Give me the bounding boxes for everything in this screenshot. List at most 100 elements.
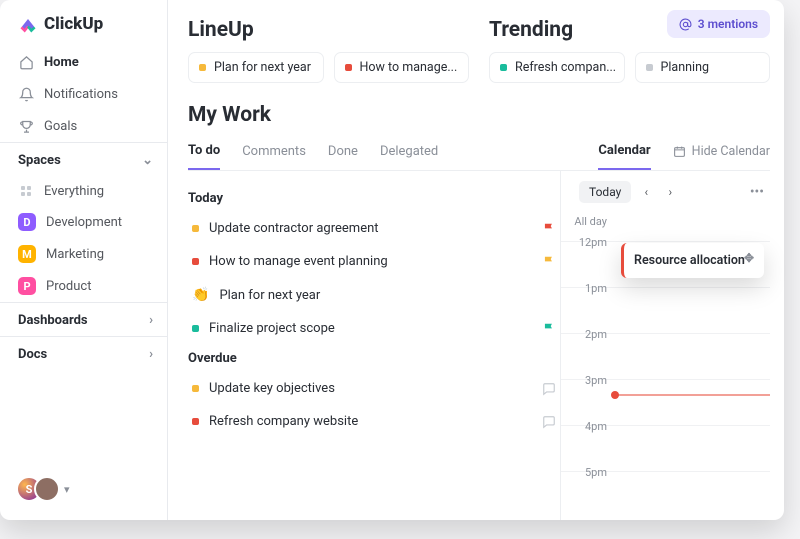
flag-icon	[542, 322, 556, 336]
chip-label: Refresh compan...	[515, 60, 616, 75]
hour-row: 3pm	[561, 379, 770, 425]
status-dot	[500, 64, 507, 71]
next-arrow[interactable]: ›	[661, 185, 679, 199]
nav-home[interactable]: Home	[0, 46, 167, 78]
status-dot	[192, 385, 199, 392]
mywork-tabs: To do Comments Done Delegated Calendar Hide…	[188, 133, 770, 171]
nav-notifications[interactable]: Notifications	[0, 78, 167, 110]
chip-label: Plan for next year	[214, 60, 311, 75]
sidebar-everything[interactable]: Everything	[0, 176, 167, 206]
hour-label: 1pm	[561, 282, 615, 295]
sidebar-space[interactable]: M Marketing	[0, 238, 167, 270]
space-label: Product	[46, 279, 91, 294]
chevron-right-icon: ›	[149, 313, 153, 328]
hour-label: 3pm	[561, 374, 615, 387]
task-group-header: Overdue	[188, 351, 560, 366]
status-dot	[192, 325, 199, 332]
flag-icon	[542, 222, 556, 236]
chip[interactable]: Plan for next year	[188, 52, 324, 83]
status-dot	[646, 64, 653, 71]
grid-icon	[18, 183, 34, 199]
chat-icon	[542, 382, 556, 396]
chevron-right-icon: ›	[149, 347, 153, 362]
task-label: Finalize project scope	[209, 321, 532, 336]
tab[interactable]: Delegated	[380, 134, 438, 169]
nav-label: Notifications	[44, 87, 118, 102]
tab[interactable]: Done	[328, 134, 358, 169]
chip[interactable]: Refresh compan...	[489, 52, 625, 83]
home-icon	[18, 54, 34, 70]
status-dot	[192, 225, 199, 232]
trophy-icon	[18, 118, 34, 134]
calendar-event[interactable]: Resource allocation ✥	[621, 243, 764, 278]
chip-label: Planning	[661, 60, 710, 75]
chevron-down-icon: ⌄	[142, 153, 153, 168]
hour-row: 5pm	[561, 471, 770, 517]
mentions-pill[interactable]: 3 mentions	[667, 10, 770, 38]
sidebar-space[interactable]: D Development	[0, 206, 167, 238]
calendar-pane: Today ‹ › ••• Resource allocation ✥ All …	[560, 171, 770, 520]
hide-calendar-button[interactable]: Hide Calendar	[673, 134, 770, 169]
clickup-logo-icon	[18, 14, 38, 34]
status-dot	[192, 258, 199, 265]
space-label: Marketing	[46, 247, 104, 262]
tab-calendar[interactable]: Calendar	[598, 133, 650, 170]
task-label: Update key objectives	[209, 381, 532, 396]
task-row[interactable]: Refresh company website	[188, 405, 560, 438]
brand-logo[interactable]: ClickUp	[0, 14, 167, 46]
mywork-title: My Work	[188, 103, 770, 127]
clap-icon: 👏	[192, 287, 209, 303]
sidebar-space[interactable]: P Product	[0, 270, 167, 302]
task-list: Today Update contractor agreement How to m…	[188, 171, 560, 520]
nav-label: Goals	[44, 119, 77, 134]
task-row[interactable]: How to manage event planning	[188, 245, 560, 278]
hour-row: 4pm	[561, 425, 770, 471]
task-group-header: Today	[188, 191, 560, 206]
space-label: Development	[46, 215, 122, 230]
user-avatars[interactable]: S ▾	[0, 476, 167, 520]
task-row[interactable]: Update contractor agreement	[188, 212, 560, 245]
task-label: How to manage event planning	[209, 254, 532, 269]
space-badge: P	[18, 277, 36, 295]
brand-text: ClickUp	[44, 14, 103, 34]
flag-icon	[542, 255, 556, 269]
more-icon[interactable]: •••	[750, 184, 764, 200]
task-row[interactable]: Update key objectives	[188, 372, 560, 405]
hour-label: 2pm	[561, 328, 615, 341]
sidebar: ClickUp Home Notifications Goals Spaces …	[0, 0, 168, 520]
at-icon	[679, 18, 692, 31]
hour-row: 2pm	[561, 333, 770, 379]
space-badge: D	[18, 213, 36, 231]
status-dot	[199, 64, 206, 71]
docs-header[interactable]: Docs ›	[0, 336, 167, 370]
move-icon[interactable]: ✥	[744, 251, 754, 265]
dashboards-header[interactable]: Dashboards ›	[0, 302, 167, 336]
prev-arrow[interactable]: ‹	[637, 185, 655, 199]
hour-label: 4pm	[561, 420, 615, 433]
nav-goals[interactable]: Goals	[0, 110, 167, 142]
nav-label: Home	[44, 55, 79, 70]
hour-label: 5pm	[561, 466, 615, 479]
task-row[interactable]: Finalize project scope	[188, 312, 560, 345]
chip[interactable]: Planning	[635, 52, 771, 83]
status-dot	[345, 64, 352, 71]
space-badge: M	[18, 245, 36, 263]
today-button[interactable]: Today	[579, 181, 631, 203]
calendar-icon	[673, 145, 686, 158]
hour-label: All day	[561, 215, 615, 228]
hour-row: 1pm	[561, 287, 770, 333]
tab[interactable]: To do	[188, 133, 220, 170]
chat-icon	[542, 415, 556, 429]
chip[interactable]: How to manage...	[334, 52, 470, 83]
task-row[interactable]: 👏Plan for next year	[188, 278, 560, 312]
hour-label: 12pm	[561, 236, 615, 249]
chip-label: How to manage...	[360, 60, 458, 75]
status-dot	[192, 418, 199, 425]
main-content: 3 mentions LineUp Plan for next year How …	[168, 0, 784, 520]
nav-label: Everything	[44, 184, 104, 199]
chevron-down-icon: ▾	[64, 483, 70, 496]
calendar-grid[interactable]: Resource allocation ✥ All day12pm1pm2pm3…	[561, 211, 770, 520]
tab[interactable]: Comments	[242, 134, 306, 169]
spaces-header[interactable]: Spaces ⌄	[0, 142, 167, 176]
lineup-title: LineUp	[188, 18, 469, 42]
